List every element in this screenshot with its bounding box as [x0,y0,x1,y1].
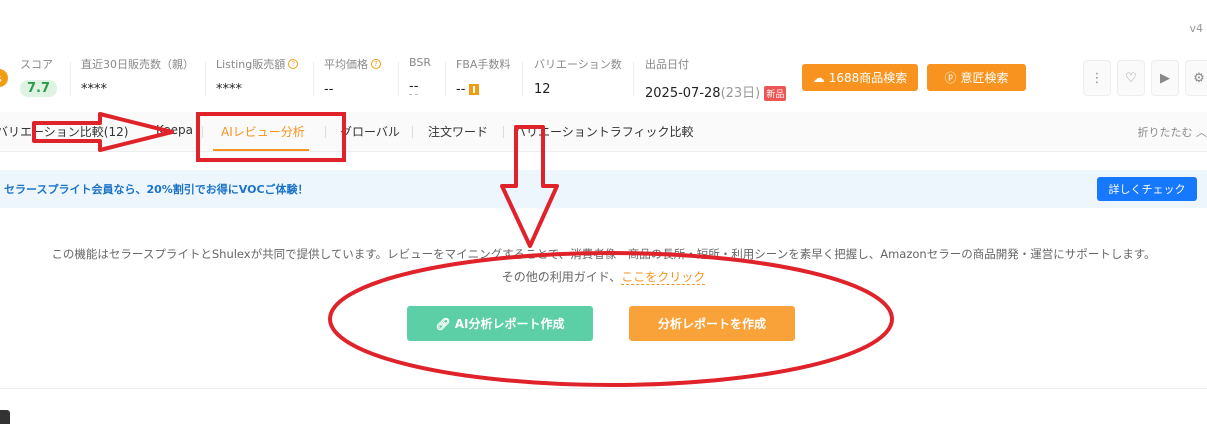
tab-variation-traffic[interactable]: バリエーショントラフィック比較 [514,123,694,140]
promo-text: セラースプライト会員なら、20%割引でお得にVOCご体験！ [4,183,309,196]
stat-release: 出品日付 2025-07-28(23日) 新品 [645,56,787,101]
video-icon[interactable]: ▶ [1151,60,1179,96]
guide-prefix: その他の利用ガイド、 [501,270,622,284]
design-search-button[interactable]: ⓟ 意匠検索 [927,64,1026,91]
stat-bsr: BSR -- [409,56,431,95]
collapse-label: 折りたたむ [1137,126,1193,139]
search-1688-button[interactable]: ☁ 1688商品検索 [802,64,918,91]
search-1688-label: 1688商品検索 [828,71,908,85]
chevron-up-icon: ︿ [1196,126,1207,139]
stat-bsr-label: BSR [409,56,431,69]
stat-listing-label: Listing販売額 [216,58,286,71]
stat-score: スコア 7.7 [20,56,58,97]
settings-icon[interactable]: ⚙ [1185,60,1207,96]
stat-bsr-value[interactable]: -- [409,79,419,95]
collapse-button[interactable]: 折りたたむ ︿ [1138,124,1207,140]
new-badge: 新品 [764,86,787,101]
stat-fba-value: -- [456,82,466,97]
stat-release-label: 出品日付 [645,58,689,71]
stat-listing: Listing販売額? **** [216,56,299,97]
divider [0,388,1207,389]
product-stats-bar: ʂ スコア 7.7 直近30日販売数（親） **** Listing販売額? *… [0,52,1207,108]
release-days: (23日) [720,86,761,101]
tab-variation-compare[interactable]: バリエーション比較(12) [0,123,128,140]
design-icon: ⓟ [944,71,957,85]
stat-sales30-value: **** [81,82,107,97]
help-icon[interactable]: ? [371,59,381,69]
heart-icon[interactable]: ♡ [1117,60,1145,96]
tab-ai-review[interactable]: AIレビュー分析 [221,123,305,140]
stat-avg-price-value: -- [324,82,334,97]
score-value: 7.7 [20,80,58,97]
guide-line: その他の利用ガイド、ここをクリック [0,268,1207,285]
link-icon: 🔗︎ [435,316,451,331]
promo-banner: セラースプライト会員なら、20%割引でお得にVOCご体験！ 詳しくチェック [0,170,1207,208]
stat-listing-value: **** [216,82,242,97]
stat-sales30: 直近30日販売数（親） **** [81,56,194,97]
stat-avg-price: 平均価格? -- [324,56,381,97]
version-label: v4 [1189,22,1203,35]
cloud-icon: ☁ [812,70,825,85]
stat-avg-price-label: 平均価格 [324,58,368,71]
stat-sales30-label: 直近30日販売数（親） [81,58,194,71]
stat-variations-value: 12 [534,82,551,97]
score-icon: ʂ [0,69,8,87]
guide-link[interactable]: ここをクリック [621,270,706,285]
active-tab-indicator [213,149,309,151]
corner-widget [0,410,10,424]
feature-description: この機能はセラースプライトとShulexが共同で提供しています。レビューをマイニ… [51,247,1156,261]
stat-variations: バリエーション数 12 [534,56,622,97]
tab-global[interactable]: グローバル [340,123,400,140]
ai-report-label: AI分析レポート作成 [454,317,565,331]
stat-fba: FBA手数料 -- [456,56,510,97]
stat-fba-label: FBA手数料 [456,58,511,71]
stat-score-label: スコア [20,58,53,71]
stat-variations-label: バリエーション数 [534,58,622,71]
more-icon[interactable]: ⋮ [1083,60,1111,96]
release-date: 2025-07-28 [645,86,721,101]
design-search-label: 意匠検索 [960,71,1009,85]
create-report-button[interactable]: 分析レポートを作成 [629,306,795,341]
promo-details-button[interactable]: 詳しくチェック [1097,177,1197,201]
calculator-icon[interactable] [469,84,480,95]
tab-keepa[interactable]: Keepa [156,123,193,137]
ai-report-button[interactable]: 🔗︎ AI分析レポート作成 [407,306,593,341]
tab-order-words[interactable]: 注文ワード [428,123,488,140]
help-icon[interactable]: ? [288,59,299,69]
tab-bar: バリエーション比較(12) Keepa AIレビュー分析 グローバル 注文ワード… [0,112,1207,152]
